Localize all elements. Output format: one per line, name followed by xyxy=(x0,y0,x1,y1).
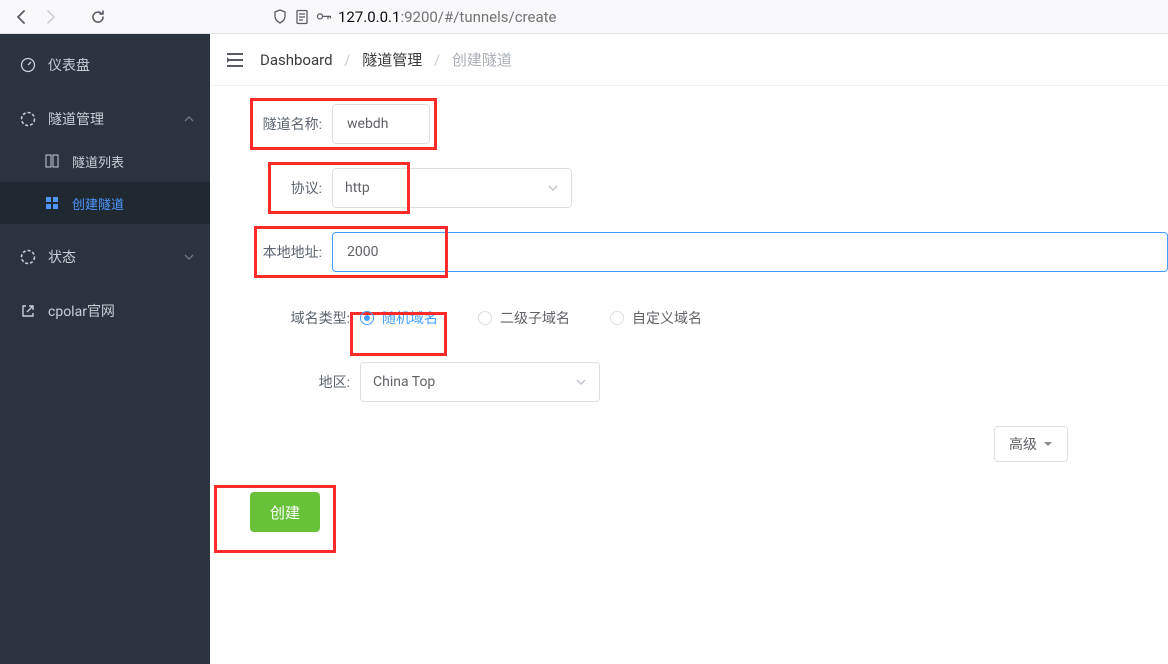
status-icon xyxy=(20,249,36,265)
radio-label: 二级子域名 xyxy=(500,308,570,328)
key-icon xyxy=(316,9,332,25)
shield-icon xyxy=(272,9,288,25)
sidebar-item-status[interactable]: 状态 xyxy=(0,236,210,278)
region-value: China Top xyxy=(373,374,435,390)
sidebar-item-label: 创建隧道 xyxy=(72,194,124,213)
radio-dot-icon xyxy=(610,311,624,325)
radio-custom-domain[interactable]: 自定义域名 xyxy=(610,308,702,328)
sidebar: 仪表盘 隧道管理 隧道列表 创建隧道 xyxy=(0,34,210,664)
radio-random-domain[interactable]: 随机域名 xyxy=(360,308,438,328)
radio-dot-icon xyxy=(360,311,374,325)
domain-type-label: 域名类型: xyxy=(234,308,350,328)
sidebar-item-label: 隧道列表 xyxy=(72,152,124,171)
local-addr-label: 本地地址: xyxy=(234,242,322,262)
tunnel-name-input[interactable] xyxy=(332,104,430,144)
list-icon xyxy=(44,153,60,169)
protocol-label: 协议: xyxy=(260,178,322,198)
sidebar-item-dashboard[interactable]: 仪表盘 xyxy=(0,44,210,86)
advanced-button[interactable]: 高级 xyxy=(994,426,1068,462)
local-address-input[interactable] xyxy=(332,232,1168,272)
tunnel-icon xyxy=(20,111,36,127)
breadcrumb-item[interactable]: Dashboard xyxy=(260,51,333,69)
external-link-icon xyxy=(20,303,36,319)
reload-button[interactable] xyxy=(84,3,112,31)
region-select[interactable]: China Top xyxy=(360,362,600,402)
chevron-down-icon xyxy=(575,376,587,388)
address-url[interactable]: 127.0.0.1:9200/#/tunnels/create xyxy=(338,8,556,26)
protocol-select[interactable]: http xyxy=(332,168,572,208)
sidebar-item-label: 仪表盘 xyxy=(48,55,90,75)
name-label: 隧道名称: xyxy=(234,114,322,134)
advanced-label: 高级 xyxy=(1009,434,1037,454)
back-button[interactable] xyxy=(8,3,36,31)
breadcrumb: Dashboard / 隧道管理 / 创建隧道 xyxy=(260,49,512,70)
sidebar-item-create-tunnel[interactable]: 创建隧道 xyxy=(0,182,210,224)
sidebar-item-tunnel-list[interactable]: 隧道列表 xyxy=(0,140,210,182)
region-label: 地区: xyxy=(234,372,350,392)
sidebar-item-cpolar[interactable]: cpolar官网 xyxy=(0,290,210,332)
chevron-down-icon xyxy=(184,252,194,262)
menu-toggle-button[interactable] xyxy=(226,52,244,68)
breadcrumb-item: 创建隧道 xyxy=(452,51,512,69)
grid-icon xyxy=(44,195,60,211)
forward-button[interactable] xyxy=(36,3,64,31)
protocol-value: http xyxy=(345,180,370,196)
sidebar-item-label: cpolar官网 xyxy=(48,301,115,321)
radio-label: 自定义域名 xyxy=(632,308,702,328)
sidebar-item-label: 状态 xyxy=(48,247,76,267)
sidebar-item-label: 隧道管理 xyxy=(48,109,104,129)
chevron-up-icon xyxy=(184,114,194,124)
dashboard-icon xyxy=(20,57,36,73)
caret-down-icon xyxy=(1043,439,1053,449)
radio-label: 随机域名 xyxy=(382,308,438,328)
radio-dot-icon xyxy=(478,311,492,325)
sidebar-item-tunnel-mgmt[interactable]: 隧道管理 xyxy=(0,98,210,140)
chevron-down-icon xyxy=(547,182,559,194)
breadcrumb-item[interactable]: 隧道管理 xyxy=(362,51,422,69)
radio-subdomain[interactable]: 二级子域名 xyxy=(478,308,570,328)
page-icon xyxy=(294,9,310,25)
create-button[interactable]: 创建 xyxy=(250,492,320,532)
